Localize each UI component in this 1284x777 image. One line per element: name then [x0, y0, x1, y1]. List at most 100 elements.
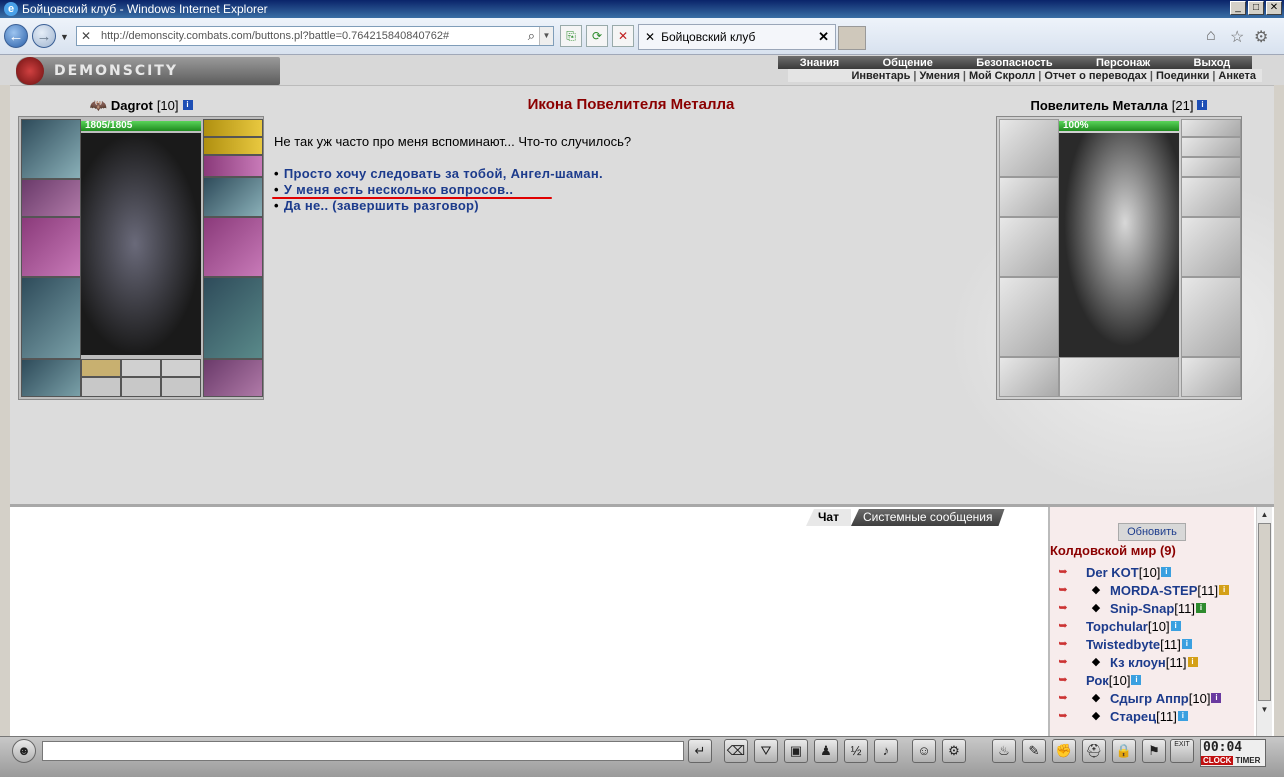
stop-icon[interactable]: ✕ [612, 25, 634, 47]
helmet-slot[interactable] [21, 119, 81, 179]
maximize-button[interactable]: □ [1248, 1, 1264, 15]
npc-runes-slot[interactable] [1059, 357, 1179, 397]
npc-name[interactable]: Повелитель Металла [1031, 98, 1168, 113]
user-info-icon[interactable]: i [1177, 711, 1188, 721]
refresh-icon[interactable]: ⟳ [586, 25, 608, 47]
npc-leggings-slot[interactable] [1181, 277, 1241, 357]
browser-tab[interactable]: ✕ Бойцовский клуб ✕ [638, 24, 836, 50]
address-bar[interactable]: ✕ http://demonscity.combats.com/buttons.… [76, 26, 554, 46]
dialog-option-1-label[interactable]: Просто хочу следовать за тобой, Ангел-ша… [284, 166, 603, 181]
user-name[interactable]: Snip-Snap [1110, 601, 1174, 616]
dialog-option-3-label[interactable]: Да не.. (завершить разговор) [284, 198, 479, 213]
smiles-icon[interactable]: ☺ [912, 739, 936, 763]
minimize-button[interactable]: _ [1230, 1, 1246, 15]
scroll-up-icon[interactable]: ▲ [1258, 508, 1271, 522]
gloves-slot[interactable] [203, 177, 263, 217]
player-name[interactable]: Dagrot [111, 98, 153, 113]
dialog-option-3[interactable]: • Да не.. (завершить разговор) [274, 198, 479, 213]
user-name[interactable]: Кз клоун [1110, 655, 1166, 670]
user-name[interactable]: MORDA-STEP [1110, 583, 1197, 598]
menu-communication[interactable]: Общение [883, 57, 933, 69]
scroll-icon[interactable]: ✎ [1022, 739, 1046, 763]
menu-character[interactable]: Персонаж [1096, 57, 1150, 69]
submenu-battles[interactable]: Поединки [1156, 70, 1209, 82]
rings-slot[interactable] [203, 155, 263, 177]
tab-system-messages[interactable]: Системные сообщения [851, 509, 1005, 526]
home-icon[interactable]: ⌂ [1206, 27, 1216, 45]
favorites-star-icon[interactable]: ☆ [1230, 27, 1244, 47]
npc-helmet-slot[interactable] [999, 119, 1059, 177]
close-window-button[interactable]: ✕ [1266, 1, 1282, 15]
history-dropdown-icon[interactable]: ▼ [60, 32, 69, 42]
npc-boots-slot[interactable] [1181, 357, 1241, 397]
smile-face-icon[interactable]: ☻ [12, 739, 36, 763]
boots-slot[interactable] [203, 359, 263, 397]
private-message-arrow-icon[interactable]: ➥ [1052, 583, 1074, 597]
submenu-skills[interactable]: Умения [920, 70, 960, 82]
filter-icon[interactable]: ⛛ [754, 739, 778, 763]
address-dropdown-icon[interactable]: ▼ [539, 27, 553, 45]
dialog-option-2[interactable]: • У меня есть несколько вопросов.. [274, 182, 513, 197]
scroll-down-icon[interactable]: ▼ [1258, 703, 1271, 717]
npc-weapon-slot[interactable] [999, 217, 1059, 277]
tab-chat[interactable]: Чат [806, 509, 851, 526]
menu-exit[interactable]: Выход [1194, 57, 1231, 69]
empty-pocket-slot-1[interactable] [81, 377, 121, 397]
private-message-arrow-icon[interactable]: ➥ [1052, 619, 1074, 633]
belt-slot[interactable] [21, 359, 81, 397]
user-info-icon[interactable]: i [1181, 639, 1192, 649]
npc-earrings-slot[interactable] [1181, 137, 1241, 157]
bottle-icon[interactable]: ♨ [992, 739, 1016, 763]
user-info-icon[interactable]: i [1170, 621, 1181, 631]
private-message-arrow-icon[interactable]: ➥ [1052, 565, 1074, 579]
user-name[interactable]: Рок [1086, 673, 1109, 688]
save-log-icon[interactable]: ▣ [784, 739, 808, 763]
empty-pocket-slot-2[interactable] [121, 377, 161, 397]
player-info-icon[interactable]: i [182, 100, 193, 110]
npc-info-icon[interactable]: i [1197, 100, 1208, 110]
private-message-arrow-icon[interactable]: ➥ [1052, 673, 1074, 687]
user-name[interactable]: Der KOT [1086, 565, 1139, 580]
private-message-arrow-icon[interactable]: ➥ [1052, 655, 1074, 669]
flag-icon[interactable]: ⚑ [1142, 739, 1166, 763]
chat-input[interactable] [42, 741, 684, 761]
amulet-slot[interactable] [203, 119, 263, 137]
user-name[interactable]: Сдыгр Аппр [1110, 691, 1189, 706]
search-icon[interactable]: ⌕ [528, 28, 535, 44]
character-icon[interactable]: ♟ [814, 739, 838, 763]
user-info-icon[interactable]: i [1211, 693, 1222, 703]
helmet-icon[interactable]: ⛑ [1082, 739, 1106, 763]
menu-knowledge[interactable]: Знания [800, 57, 839, 69]
submenu-my-scroll[interactable]: Мой Скролл [969, 70, 1035, 82]
earrings-slot[interactable] [203, 137, 263, 155]
close-tab-icon[interactable]: ✕ [818, 29, 829, 45]
player-avatar[interactable] [81, 133, 201, 355]
submenu-transfer-report[interactable]: Отчет о переводах [1044, 70, 1147, 82]
back-arrow-icon[interactable]: ← [4, 24, 28, 48]
send-icon[interactable]: ↵ [688, 739, 712, 763]
user-info-icon[interactable]: i [1187, 657, 1198, 667]
user-info-icon[interactable]: i [1196, 603, 1206, 613]
private-message-arrow-icon[interactable]: ➥ [1052, 691, 1074, 705]
settings-icon[interactable]: ⚙ [942, 739, 966, 763]
dialog-option-2-label[interactable]: У меня есть несколько вопросов.. [284, 182, 513, 197]
private-message-arrow-icon[interactable]: ➥ [1052, 709, 1074, 723]
refresh-button[interactable]: Обновить [1118, 523, 1186, 541]
fist-icon[interactable]: ✊ [1052, 739, 1076, 763]
user-info-icon[interactable]: i [1161, 567, 1172, 577]
user-name[interactable]: Topchular [1086, 619, 1148, 634]
new-tab-button[interactable] [838, 26, 866, 50]
submenu-inventory[interactable]: Инвентарь [852, 70, 911, 82]
timer-label[interactable]: TIMER [1233, 756, 1262, 765]
npc-armor-slot[interactable] [999, 277, 1059, 357]
leggings-slot[interactable] [203, 277, 263, 359]
forward-arrow-icon[interactable]: → [32, 24, 56, 48]
empty-rune-slot-2[interactable] [161, 359, 201, 377]
scroll-thumb[interactable] [1258, 523, 1271, 701]
npc-shield-slot[interactable] [1181, 217, 1241, 277]
npc-rings-slot[interactable] [1181, 157, 1241, 177]
tools-gear-icon[interactable]: ⚙ [1254, 27, 1268, 47]
npc-avatar[interactable] [1059, 133, 1179, 357]
empty-rune-slot-1[interactable] [121, 359, 161, 377]
left-weapon-slot[interactable] [21, 217, 81, 277]
